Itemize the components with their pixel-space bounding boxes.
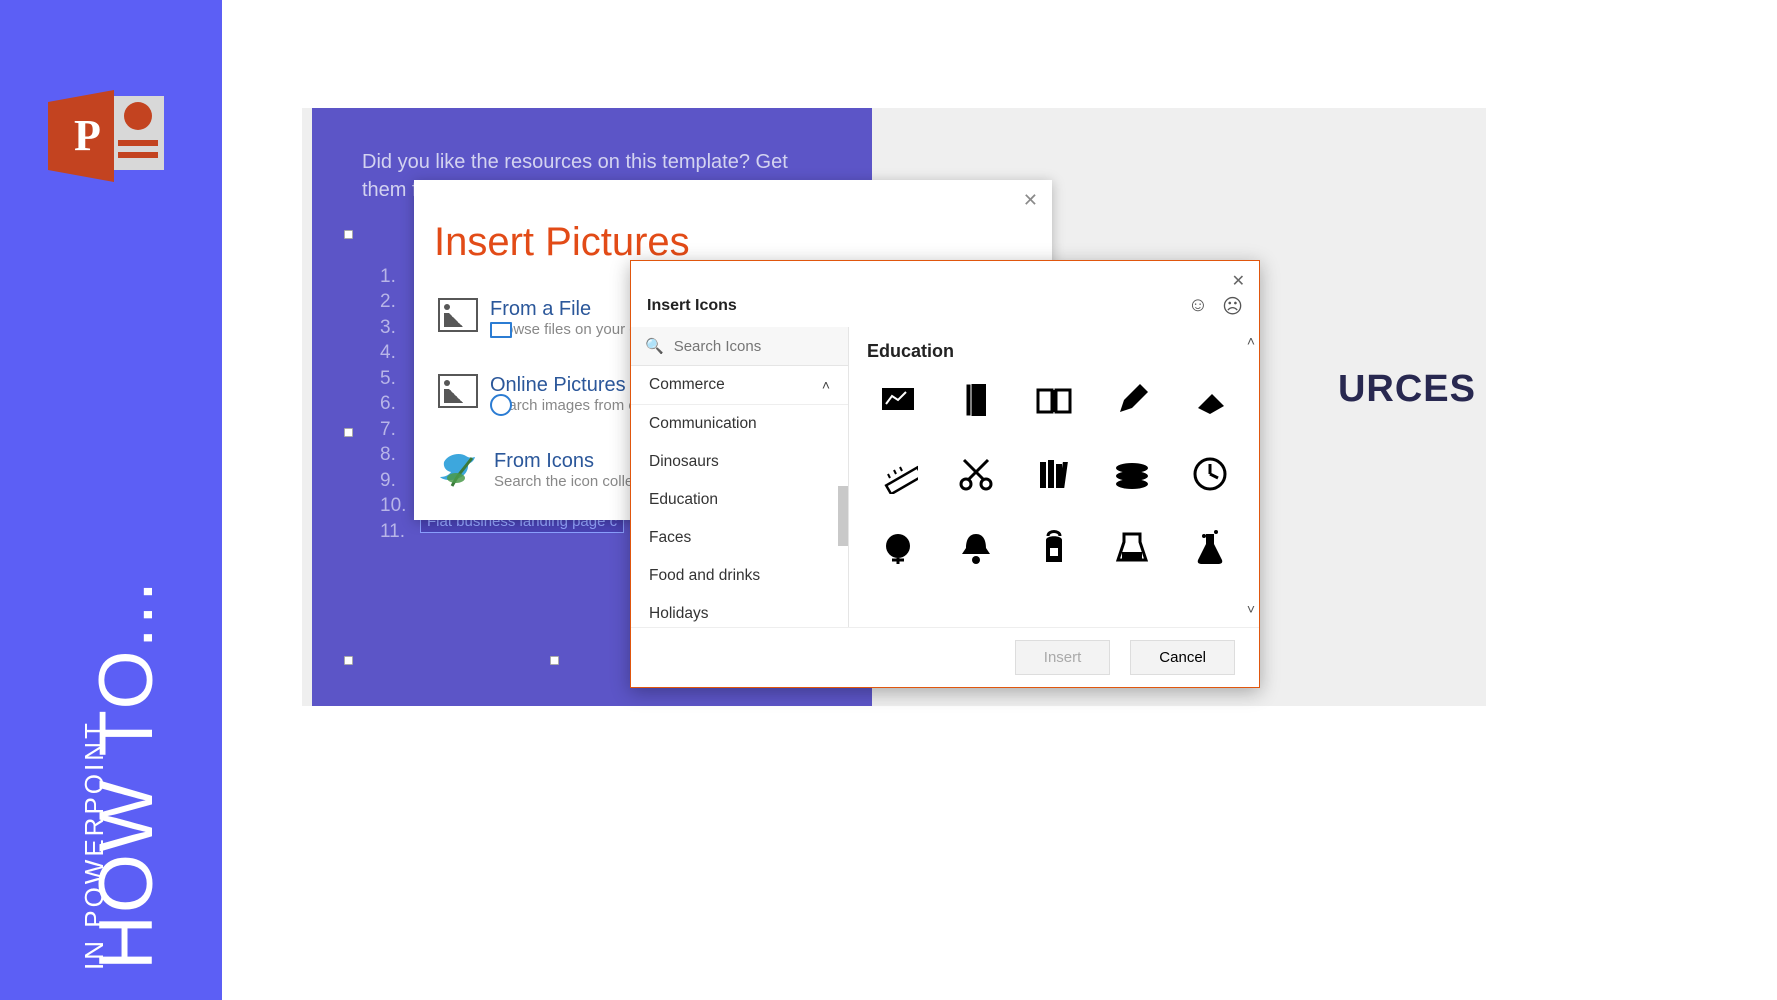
from-file-desc: Browse files on your c	[490, 321, 637, 338]
selection-handle[interactable]	[344, 230, 353, 239]
monitor-badge-icon	[490, 322, 512, 338]
eraser-icon[interactable]	[1179, 376, 1241, 424]
category-dinosaurs[interactable]: Dinosaurs	[631, 443, 848, 481]
from-icons-option[interactable]: From IconsSearch the icon collec	[438, 450, 641, 490]
chevron-up-icon: ˄	[822, 377, 830, 393]
board-chart-icon[interactable]	[867, 376, 929, 424]
category-education[interactable]: Education	[631, 481, 848, 519]
beaker-icon[interactable]	[1101, 524, 1163, 572]
feedback-happy-icon[interactable]: ☺	[1188, 294, 1208, 319]
category-holidays[interactable]: Holidays	[631, 595, 848, 627]
powerpoint-logo: P	[48, 90, 168, 187]
bird-leaf-icon	[438, 450, 482, 488]
insert-button[interactable]: Insert	[1015, 640, 1111, 675]
sidebar: P HOW TO... IN POWERPOINT	[0, 0, 222, 1000]
flask-icon[interactable]	[1179, 524, 1241, 572]
icon-grid	[867, 376, 1241, 572]
selection-handle[interactable]	[344, 428, 353, 437]
close-icon[interactable]: ✕	[1023, 190, 1038, 211]
online-pictures-title: Online Pictures	[490, 374, 637, 397]
category-food-and-drinks[interactable]: Food and drinks	[631, 557, 848, 595]
category-faces[interactable]: Faces	[631, 519, 848, 557]
slide-list-numbers: 1. 2. 3. 4. 5. 6. 7. 8. 9. 10. 11.	[380, 264, 406, 544]
howto-subtitle: IN POWERPOINT	[79, 720, 110, 970]
bookshelf-icon[interactable]	[1023, 450, 1085, 498]
image-file-icon	[438, 298, 478, 332]
cancel-button[interactable]: Cancel	[1130, 640, 1235, 675]
selection-handle[interactable]	[344, 656, 353, 665]
book-stack-icon[interactable]	[1101, 450, 1163, 498]
selection-handle[interactable]	[550, 656, 559, 665]
open-book-icon[interactable]	[1023, 376, 1085, 424]
from-icons-desc: Search the icon collec	[494, 473, 641, 490]
category-communication[interactable]: Communication	[631, 405, 848, 443]
search-icon: 🔍	[645, 337, 664, 355]
category-scrollbar[interactable]	[838, 486, 848, 546]
pencil-icon[interactable]	[1101, 376, 1163, 424]
category-title: Education	[867, 341, 1241, 362]
insert-pictures-title: Insert Pictures	[434, 220, 690, 265]
from-icons-title: From Icons	[494, 450, 641, 473]
from-file-title: From a File	[490, 298, 637, 321]
from-file-option[interactable]: From a FileBrowse files on your c	[438, 298, 637, 338]
globe-icon[interactable]	[867, 524, 929, 572]
scissors-icon[interactable]	[945, 450, 1007, 498]
backpack-icon[interactable]	[1023, 524, 1085, 572]
search-row: 🔍	[631, 327, 848, 366]
slide-resources-text: URCES	[1338, 368, 1476, 411]
clock-icon[interactable]	[1179, 450, 1241, 498]
insert-icons-title: Insert Icons	[647, 297, 737, 315]
scroll-down-icon[interactable]: ˅	[1247, 601, 1255, 617]
search-input[interactable]	[674, 338, 834, 355]
scroll-up-icon[interactable]: ˄	[1247, 333, 1255, 349]
svg-text:P: P	[74, 111, 101, 160]
insert-icons-dialog: ✕ Insert Icons ☺ ☹ 🔍 Commerce˄ Communica…	[630, 260, 1260, 688]
image-online-icon	[438, 374, 478, 408]
ruler-icon[interactable]	[867, 450, 929, 498]
close-icon[interactable]: ✕	[1232, 271, 1245, 291]
notebook-icon[interactable]	[945, 376, 1007, 424]
feedback-sad-icon[interactable]: ☹	[1222, 294, 1243, 319]
bell-icon[interactable]	[945, 524, 1007, 572]
globe-badge-icon	[490, 394, 512, 416]
online-pictures-option[interactable]: Online PicturesSearch images from o	[438, 374, 637, 414]
category-commerce[interactable]: Commerce˄	[631, 366, 848, 405]
online-pictures-desc: Search images from o	[490, 397, 637, 414]
category-panel: 🔍 Commerce˄ Communication Dinosaurs Educ…	[631, 327, 849, 627]
